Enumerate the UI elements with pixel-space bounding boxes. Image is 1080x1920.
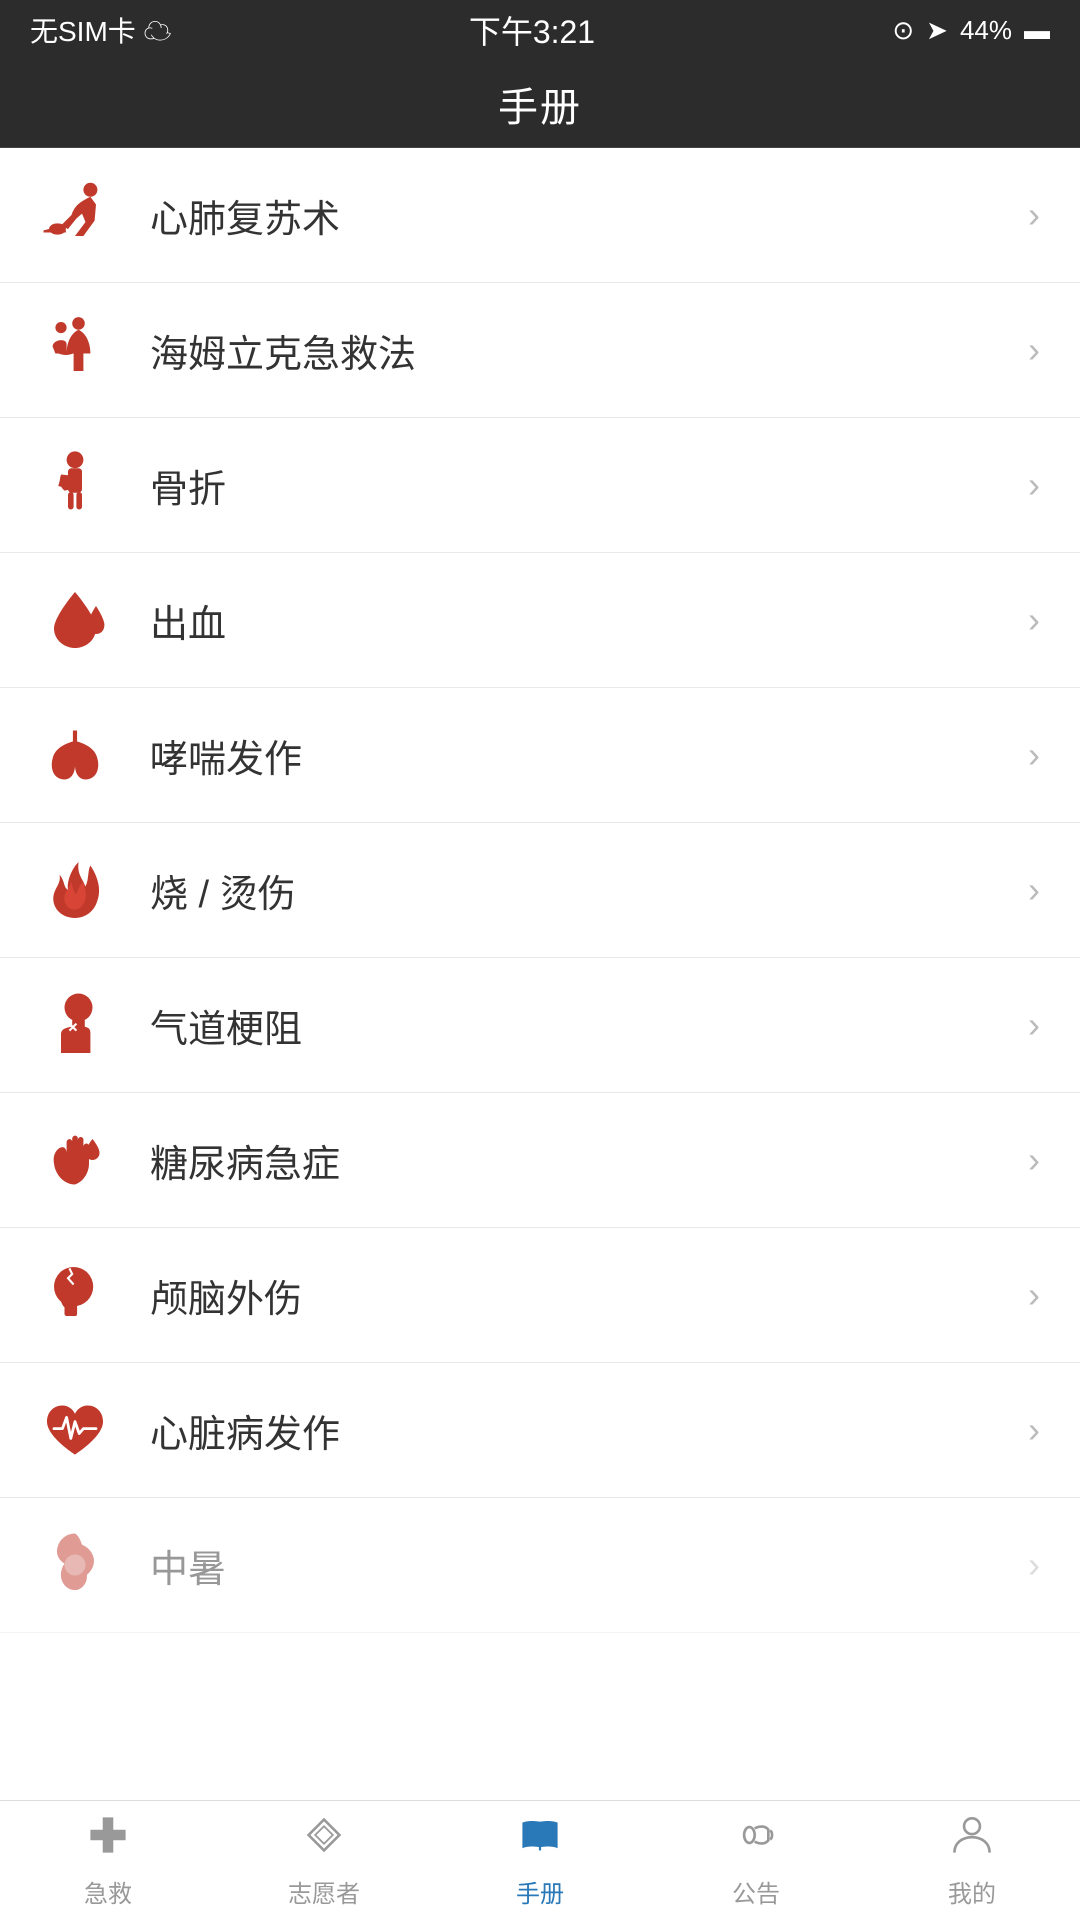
notice-tab-label: 公告: [732, 1874, 780, 1909]
airway-icon: [40, 990, 130, 1060]
more-chevron: ›: [1028, 1544, 1040, 1586]
burn-label: 烧 / 烫伤: [150, 863, 1008, 918]
nav-bar: 手册: [0, 60, 1080, 148]
bleeding-icon: [40, 585, 130, 655]
airway-label: 气道梗阻: [150, 998, 1008, 1053]
rescue-icon: [86, 1813, 130, 1868]
asthma-chevron: ›: [1028, 734, 1040, 776]
cpr-icon: [40, 180, 130, 250]
burn-icon: [40, 855, 130, 925]
bleeding-chevron: ›: [1028, 599, 1040, 641]
tab-handbook[interactable]: 手册: [432, 1801, 648, 1920]
list-item-fracture[interactable]: 骨折 ›: [0, 418, 1080, 553]
diabetes-chevron: ›: [1028, 1139, 1040, 1181]
mine-icon: [950, 1813, 994, 1868]
diabetes-label: 糖尿病急症: [150, 1133, 1008, 1188]
cpr-chevron: ›: [1028, 194, 1040, 236]
mine-tab-label: 我的: [948, 1874, 996, 1909]
tab-bar: 急救 志愿者 手册: [0, 1800, 1080, 1920]
volunteer-tab-label: 志愿者: [288, 1874, 360, 1909]
rescue-tab-label: 急救: [84, 1874, 132, 1909]
status-time: 下午3:21: [469, 7, 595, 53]
bleeding-label: 出血: [150, 593, 1008, 648]
handbook-tab-label: 手册: [516, 1874, 564, 1909]
fracture-label: 骨折: [150, 458, 1008, 513]
volunteer-icon: [302, 1813, 346, 1868]
sim-status: 无SIM卡 ☁: [30, 10, 172, 50]
list-item-more[interactable]: 中暑 ›: [0, 1498, 1080, 1633]
page-title: 手册: [498, 75, 582, 133]
diabetes-icon: [40, 1125, 130, 1195]
cpr-label: 心肺复苏术: [150, 188, 1008, 243]
heartattack-chevron: ›: [1028, 1409, 1040, 1451]
airway-chevron: ›: [1028, 1004, 1040, 1046]
handbook-icon: [518, 1813, 562, 1868]
list-item-cpr[interactable]: 心肺复苏术 ›: [0, 148, 1080, 283]
battery-level: 44%: [960, 15, 1012, 46]
headinjury-label: 颅脑外伤: [150, 1268, 1008, 1323]
asthma-icon: [40, 720, 130, 790]
status-left: 无SIM卡 ☁: [30, 10, 172, 50]
asthma-label: 哮喘发作: [150, 728, 1008, 783]
content-list: 心肺复苏术 › 海姆立克急救法 ›: [0, 148, 1080, 1800]
heartattack-icon: [40, 1395, 130, 1465]
notice-icon: [734, 1813, 778, 1868]
fracture-chevron: ›: [1028, 464, 1040, 506]
list-item-burn[interactable]: 烧 / 烫伤 ›: [0, 823, 1080, 958]
lock-icon: ⊙: [892, 15, 914, 46]
list-item-diabetes[interactable]: 糖尿病急症 ›: [0, 1093, 1080, 1228]
list-item-asthma[interactable]: 哮喘发作 ›: [0, 688, 1080, 823]
heartattack-label: 心脏病发作: [150, 1403, 1008, 1458]
more-icon: [40, 1530, 130, 1600]
fracture-icon: [40, 450, 130, 520]
list-item-heartattack[interactable]: 心脏病发作 ›: [0, 1363, 1080, 1498]
tab-mine[interactable]: 我的: [864, 1801, 1080, 1920]
burn-chevron: ›: [1028, 869, 1040, 911]
list-item-headinjury[interactable]: 颅脑外伤 ›: [0, 1228, 1080, 1363]
headinjury-icon: [40, 1260, 130, 1330]
tab-volunteer[interactable]: 志愿者: [216, 1801, 432, 1920]
more-label: 中暑: [150, 1538, 1008, 1593]
list-item-heimlich[interactable]: 海姆立克急救法 ›: [0, 283, 1080, 418]
heimlich-chevron: ›: [1028, 329, 1040, 371]
status-bar: 无SIM卡 ☁ 下午3:21 ⊙ ➤ 44% ▬: [0, 0, 1080, 60]
list-item-airway[interactable]: 气道梗阻 ›: [0, 958, 1080, 1093]
status-right: ⊙ ➤ 44% ▬: [892, 15, 1050, 46]
tab-rescue[interactable]: 急救: [0, 1801, 216, 1920]
heimlich-icon: [40, 315, 130, 385]
tab-notice[interactable]: 公告: [648, 1801, 864, 1920]
list-item-bleeding[interactable]: 出血 ›: [0, 553, 1080, 688]
location-icon: ➤: [926, 15, 948, 46]
battery-icon: ▬: [1024, 15, 1050, 46]
heimlich-label: 海姆立克急救法: [150, 323, 1008, 378]
headinjury-chevron: ›: [1028, 1274, 1040, 1316]
